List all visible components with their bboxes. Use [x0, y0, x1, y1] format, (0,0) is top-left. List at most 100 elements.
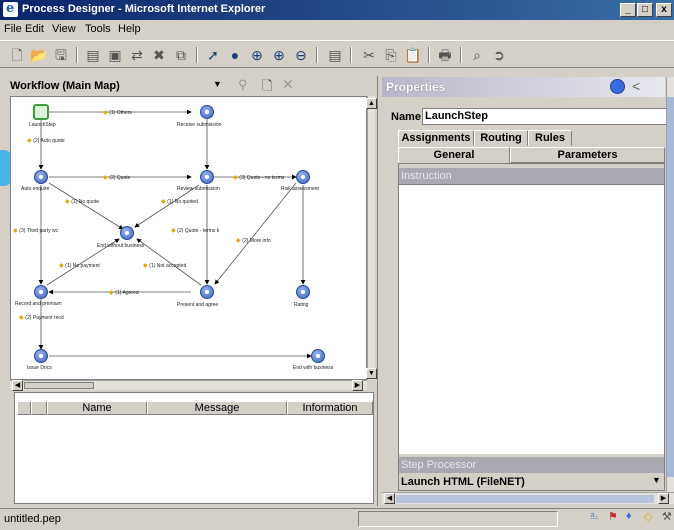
- workflow-node[interactable]: [200, 105, 214, 119]
- workflow-node[interactable]: [120, 226, 134, 240]
- node-status-icon: ♦: [626, 510, 632, 522]
- general-tab-panel: Instruction Step Processor Launch HTML (…: [398, 163, 665, 491]
- route-label: (3) Quote - no terms: [233, 174, 284, 181]
- maximize-button[interactable]: □: [637, 3, 653, 17]
- zoom-out-icon[interactable]: ⊖: [292, 46, 310, 64]
- print-icon[interactable]: 🖶: [436, 46, 454, 64]
- workflow-end-node[interactable]: [311, 349, 325, 363]
- minimize-button[interactable]: _: [620, 3, 636, 17]
- canvas-horizontal-scrollbar[interactable]: ◀ ▶: [10, 380, 367, 391]
- scroll-thumb[interactable]: [396, 495, 654, 503]
- route-label: (2) Payment recd: [19, 314, 63, 321]
- new-file-icon[interactable]: 🗋: [8, 46, 26, 64]
- menu-tools[interactable]: Tools: [85, 23, 111, 35]
- scroll-thumb[interactable]: [667, 97, 674, 477]
- properties-scrollbar[interactable]: [666, 77, 674, 497]
- grid-header-blank: [31, 401, 47, 415]
- workflow-canvas[interactable]: LaunchStep Receive submission Auto enqui…: [10, 96, 367, 380]
- route-label: (1) Not accepted: [143, 262, 186, 269]
- node-label: Record and premium: [15, 301, 62, 307]
- document-icon[interactable]: ▤: [326, 46, 344, 64]
- route-label: (2) Quote - terms k: [171, 227, 219, 234]
- start-node[interactable]: [33, 104, 49, 120]
- node-label: LaunchStep: [29, 122, 56, 128]
- layout-icon[interactable]: ⧉: [172, 46, 190, 64]
- route-label: (3) Third party wc: [13, 227, 58, 234]
- add-node-icon[interactable]: ●: [226, 46, 244, 64]
- tab-general[interactable]: General: [398, 147, 510, 163]
- menu-file[interactable]: File: [4, 23, 22, 35]
- scroll-left-icon[interactable]: ◀: [12, 380, 23, 391]
- workflow-header: Workflow (Main Map) ▼ ⚲ 🗋 ✕: [10, 76, 375, 96]
- messages-grid: Name Message Information: [14, 392, 374, 504]
- workflow-node[interactable]: [34, 349, 48, 363]
- properties-horizontal-scrollbar[interactable]: ◀ ▶: [382, 492, 674, 504]
- workflow-selector[interactable]: Workflow (Main Map): [10, 80, 120, 92]
- route-label: (1) No payment: [59, 262, 99, 269]
- menu-bar: File Edit View Tools Help: [0, 20, 674, 40]
- scroll-right-icon[interactable]: ▶: [658, 493, 669, 504]
- workflow-node[interactable]: [34, 285, 48, 299]
- workflow-node[interactable]: [200, 170, 214, 184]
- tab-rules[interactable]: Rules: [528, 130, 572, 146]
- toolbar-separator: [460, 47, 462, 63]
- instruction-label: Instruction: [399, 168, 664, 184]
- step-processor-select[interactable]: Launch HTML (FileNET): [399, 474, 664, 490]
- name-input[interactable]: LaunchStep: [422, 108, 667, 125]
- route-label: (2) Quote: [103, 174, 130, 181]
- grid-header-information[interactable]: Information: [287, 401, 373, 415]
- grid-header-message[interactable]: Message: [147, 401, 287, 415]
- help-icon[interactable]: [610, 79, 625, 94]
- canvas-vertical-scrollbar[interactable]: ▲ ▼: [366, 96, 377, 380]
- properties-icon[interactable]: ▤: [84, 46, 102, 64]
- tab-assignments[interactable]: Assignments: [398, 130, 474, 146]
- cut-icon[interactable]: ✂: [360, 46, 378, 64]
- scroll-right-icon[interactable]: ▶: [352, 380, 363, 391]
- workflow-node[interactable]: [34, 170, 48, 184]
- pointer-icon[interactable]: ➚: [204, 46, 222, 64]
- save-icon[interactable]: 🖫: [52, 46, 70, 64]
- tab-parameters[interactable]: Parameters: [510, 147, 665, 163]
- tab-routing[interactable]: Routing: [474, 130, 528, 146]
- scroll-thumb[interactable]: [24, 382, 94, 389]
- find-icon[interactable]: ⌕: [468, 46, 486, 64]
- menu-view[interactable]: View: [52, 23, 76, 35]
- workflow-node[interactable]: [296, 170, 310, 184]
- close-button[interactable]: x: [656, 3, 672, 17]
- workflow-node[interactable]: [200, 285, 214, 299]
- delete-icon[interactable]: ✖: [150, 46, 168, 64]
- collapse-icon[interactable]: <: [632, 78, 640, 94]
- node-label: Issue Docs: [27, 365, 52, 371]
- route-label: (1) Others: [103, 109, 132, 116]
- toolbar: 🗋 📂 🖫 ▤ ▣ ⇄ ✖ ⧉ ➚ ● ⊕ ⊕ ⊖ ▤ ✂ ⎘ 📋 🖶 ⌕ ➲: [0, 40, 674, 68]
- menu-help[interactable]: Help: [118, 23, 141, 35]
- scroll-down-icon[interactable]: ▼: [366, 368, 377, 379]
- node-label: Review submission: [177, 186, 220, 192]
- zoom-in-icon[interactable]: ⊕: [270, 46, 288, 64]
- close-map-icon[interactable]: ✕: [282, 76, 294, 93]
- chevron-down-icon[interactable]: ▼: [213, 79, 222, 89]
- chevron-down-icon[interactable]: ▼: [652, 475, 661, 485]
- pin-icon[interactable]: ⚲: [238, 77, 248, 93]
- grid-header-name[interactable]: Name: [47, 401, 147, 415]
- route-icon[interactable]: ⇄: [128, 46, 146, 64]
- instruction-textarea[interactable]: [399, 184, 664, 454]
- tools-icon: ⚒: [662, 511, 672, 523]
- scroll-left-icon[interactable]: ◀: [384, 493, 395, 504]
- status-bar: [0, 508, 674, 530]
- zoom-icon[interactable]: ⊕: [248, 46, 266, 64]
- pane-splitter[interactable]: [377, 76, 381, 506]
- toolbar-separator: [316, 47, 318, 63]
- window-title: Process Designer - Microsoft Internet Ex…: [22, 3, 266, 15]
- workflow-node[interactable]: [296, 285, 310, 299]
- insert-step-icon[interactable]: ▣: [106, 46, 124, 64]
- window-title-bar: e Process Designer - Microsoft Internet …: [0, 0, 674, 20]
- route-status-icon: ◇: [644, 511, 653, 523]
- paste-icon[interactable]: 📋: [404, 46, 422, 64]
- open-folder-icon[interactable]: 📂: [30, 46, 48, 64]
- menu-edit[interactable]: Edit: [25, 23, 44, 35]
- go-icon[interactable]: ➲: [490, 46, 508, 64]
- copy-icon[interactable]: ⎘: [382, 46, 400, 64]
- scroll-up-icon[interactable]: ▲: [366, 98, 377, 109]
- flag-icon: ⚑: [608, 511, 618, 523]
